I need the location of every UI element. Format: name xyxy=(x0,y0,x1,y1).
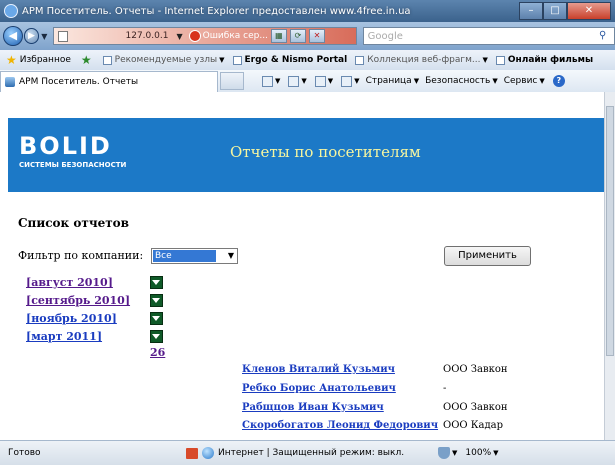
report-month-link[interactable]: [март 2011] xyxy=(26,330,102,343)
warning-icon[interactable] xyxy=(186,447,198,459)
page-icon xyxy=(232,55,242,65)
reports-heading: Список отчетов xyxy=(18,216,130,230)
globe-icon xyxy=(202,447,214,459)
star-icon[interactable]: ★ xyxy=(6,53,17,67)
chevron-down-icon[interactable]: ▼ xyxy=(275,77,280,85)
report-month-link[interactable]: [сентябрь 2010] xyxy=(26,294,130,307)
search-icon[interactable]: ⚲ xyxy=(599,30,611,42)
download-icon[interactable] xyxy=(150,294,163,307)
url-text[interactable]: 127.0.0.1 xyxy=(72,31,169,41)
download-icon[interactable] xyxy=(150,330,163,343)
status-text: Готово xyxy=(8,448,41,458)
tab-page-icon xyxy=(5,77,15,87)
apply-button[interactable]: Применить xyxy=(444,246,531,266)
favorites-link[interactable]: Рекомендуемые узлы xyxy=(115,55,217,65)
mail-icon[interactable] xyxy=(314,75,326,87)
print-icon[interactable] xyxy=(341,75,353,87)
add-favorite-icon[interactable]: ★ xyxy=(81,53,92,67)
bolid-logo: BOLID СИСТЕМЫ БЕЗОПАСНОСТИ xyxy=(19,134,141,174)
vertical-scrollbar[interactable] xyxy=(604,92,615,440)
logo-tagline: СИСТЕМЫ БЕЗОПАСНОСТИ xyxy=(19,161,127,169)
certificate-error-text[interactable]: Ошибка сер... xyxy=(203,31,268,41)
visitor-company: - xyxy=(443,383,447,394)
command-buttons: ▼ ▼ ▼ ▼ Страница ▼ Безопасность ▼ Сервис ▼ … xyxy=(256,75,565,87)
browser-tab[interactable]: АРМ Посетитель. Отчеты xyxy=(0,71,218,92)
header-banner: BOLID СИСТЕМЫ БЕЗОПАСНОСТИ Отчеты по пос… xyxy=(8,118,604,192)
report-month-link[interactable]: [август 2010] xyxy=(26,276,113,289)
favorites-button[interactable]: Избранное xyxy=(20,55,71,65)
window-controls: – □ ✕ xyxy=(519,2,611,20)
certificate-error-icon[interactable] xyxy=(188,30,201,42)
chevron-down-icon[interactable]: ▼ xyxy=(452,449,457,457)
chevron-down-icon[interactable]: ▼ xyxy=(354,77,359,85)
scrollbar-thumb[interactable] xyxy=(606,106,614,356)
report-month-link[interactable]: [ноябрь 2010] xyxy=(26,312,117,325)
favorites-link[interactable]: Коллекция веб-фрагм... xyxy=(367,55,480,65)
chevron-down-icon[interactable]: ▼ xyxy=(228,250,234,262)
chevron-down-icon[interactable]: ▼ xyxy=(539,77,544,85)
zoom-level[interactable]: 100% xyxy=(465,448,491,458)
history-dropdown-icon[interactable]: ▼ xyxy=(41,32,47,41)
favorites-bar: ★ Избранное ★ Рекомендуемые узлы ▼ Ergo &… xyxy=(0,50,615,71)
command-bar: АРМ Посетитель. Отчеты ▼ ▼ ▼ ▼ Страница ▼… xyxy=(0,70,615,93)
window-titlebar: АРМ Посетитель. Отчеты - Internet Explor… xyxy=(0,0,615,22)
page-content: BOLID СИСТЕМЫ БЕЗОПАСНОСТИ Отчеты по пос… xyxy=(0,92,604,440)
visitor-name-link[interactable]: Скоробогатов Леонид Федорович xyxy=(242,420,438,431)
page-icon xyxy=(355,55,365,65)
refresh-icon[interactable]: ⟳ xyxy=(289,29,306,43)
safety-menu[interactable]: Безопасность xyxy=(425,76,490,86)
search-box[interactable]: Google ⚲ xyxy=(362,27,615,45)
help-icon[interactable]: ? xyxy=(552,75,565,87)
chevron-down-icon[interactable]: ▼ xyxy=(482,56,487,64)
url-field[interactable]: 127.0.0.1 ▼ Ошибка сер... ▦ ⟳ ✕ xyxy=(53,27,357,45)
address-bar: ◀ ▶ ▼ 127.0.0.1 ▼ Ошибка сер... ▦ ⟳ ✕ Go… xyxy=(0,22,615,50)
search-input[interactable]: Google xyxy=(368,31,599,42)
logo-wordmark: BOLID xyxy=(19,132,112,160)
visitor-company: ООО Кадар xyxy=(443,420,503,431)
page-icon xyxy=(102,55,112,65)
home-icon[interactable] xyxy=(262,75,273,87)
chevron-down-icon[interactable]: ▼ xyxy=(301,77,306,85)
visitor-name-link[interactable]: Рабщцов Иван Кузьмич xyxy=(242,402,384,413)
tools-menu[interactable]: Сервис xyxy=(504,76,538,86)
page-number-link[interactable]: 26 xyxy=(150,346,165,359)
status-bar: Готово Интернет | Защищенный режим: выкл… xyxy=(0,440,615,465)
visitor-company: ООО Завкон xyxy=(443,402,508,413)
url-dropdown-icon[interactable]: ▼ xyxy=(176,32,182,41)
feeds-icon[interactable] xyxy=(288,75,300,87)
security-zone[interactable]: Интернет | Защищенный режим: выкл. xyxy=(218,448,438,458)
chevron-down-icon[interactable]: ▼ xyxy=(414,77,419,85)
ie-logo-icon xyxy=(4,4,18,18)
visitor-name-link[interactable]: Ребко Борис Анатольевич xyxy=(242,383,396,394)
visitor-name-link[interactable]: Кленов Виталий Кузьмич xyxy=(242,364,395,375)
visitor-company: ООО Завкон xyxy=(443,364,508,375)
page-menu[interactable]: Страница xyxy=(366,76,412,86)
page-title: Отчеты по посетителям xyxy=(230,143,421,161)
forward-arrow-icon[interactable]: ▶ xyxy=(23,28,40,44)
maximize-button[interactable]: □ xyxy=(543,2,567,20)
close-button[interactable]: ✕ xyxy=(567,2,611,20)
chevron-down-icon[interactable]: ▼ xyxy=(328,77,333,85)
filter-label: Фильтр по компании: xyxy=(18,249,144,262)
minimize-button[interactable]: – xyxy=(519,2,543,20)
favorites-link[interactable]: Ergo & Nismo Portal xyxy=(245,55,348,65)
chevron-down-icon[interactable]: ▼ xyxy=(493,449,498,457)
compatibility-view-icon[interactable]: ▦ xyxy=(270,29,287,43)
company-filter-select[interactable]: Все ▼ xyxy=(151,248,238,264)
page-icon xyxy=(58,30,69,42)
chevron-down-icon[interactable]: ▼ xyxy=(492,77,497,85)
chevron-down-icon[interactable]: ▼ xyxy=(219,56,224,64)
company-filter-value[interactable]: Все xyxy=(153,250,216,262)
stop-icon[interactable]: ✕ xyxy=(308,29,325,43)
download-icon[interactable] xyxy=(150,276,163,289)
window-title: АРМ Посетитель. Отчеты - Internet Explor… xyxy=(22,5,411,17)
favorites-link[interactable]: Онлайн фильмы xyxy=(508,55,593,65)
page-icon xyxy=(495,55,505,65)
tab-title[interactable]: АРМ Посетитель. Отчеты xyxy=(19,77,138,87)
shield-icon[interactable] xyxy=(438,447,450,459)
back-arrow-icon[interactable]: ◀ xyxy=(3,26,23,46)
download-icon[interactable] xyxy=(150,312,163,325)
new-tab-button[interactable] xyxy=(220,72,244,90)
